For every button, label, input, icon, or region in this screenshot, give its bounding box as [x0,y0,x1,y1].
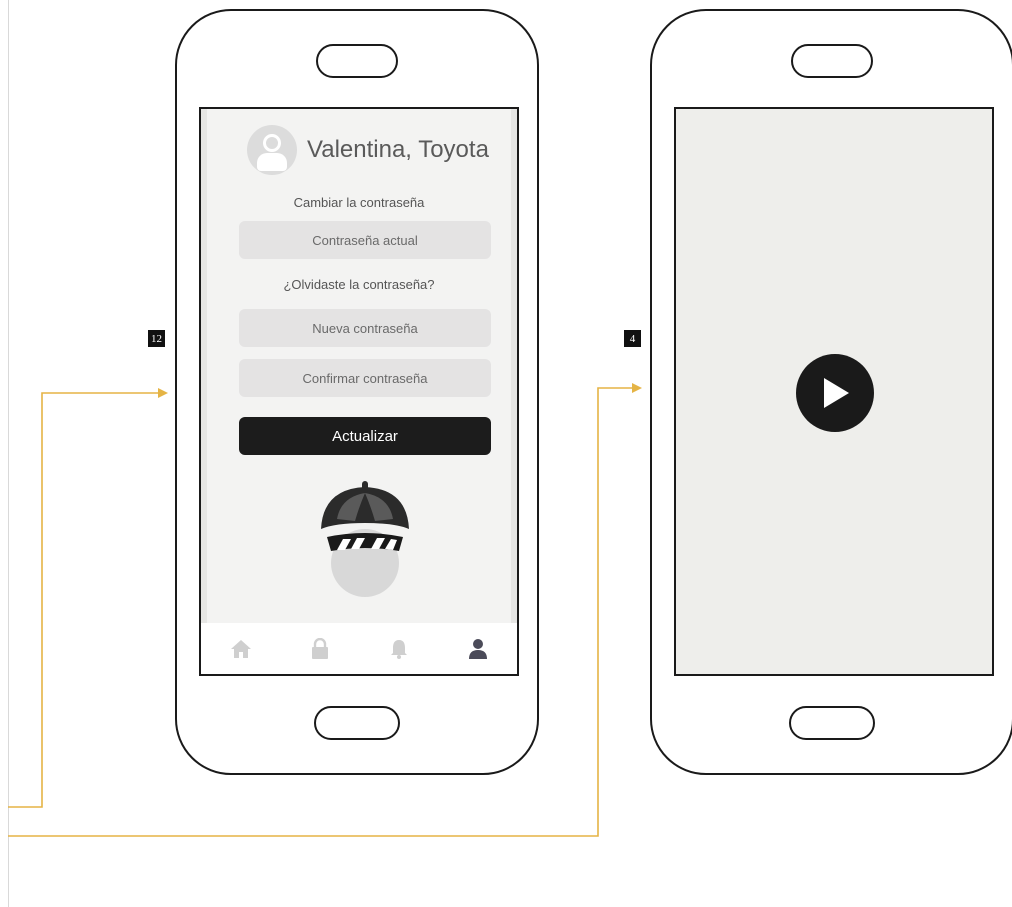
new-password-field[interactable]: Nueva contraseña [239,309,491,347]
section-title: Cambiar la contraseña [293,195,425,210]
forgot-password-link[interactable]: ¿Olvidaste la contraseña? [207,277,511,292]
current-password-field[interactable]: Contraseña actual [239,221,491,259]
arrowhead-step-4 [632,383,642,393]
cyclist-helmet-icon [321,481,409,597]
change-password-form: Valentina, Toyota Cambiar la contraseña … [201,109,517,623]
bell-icon[interactable] [386,636,412,662]
confirm-password-field[interactable]: Confirmar contraseña [239,359,491,397]
connector-to-step-12 [8,392,160,808]
play-icon [824,378,849,408]
step-badge-left: 12 [148,330,165,347]
phone-home-button [314,706,400,740]
bottom-tab-bar [201,623,517,674]
user-name: Valentina, Toyota [307,136,489,163]
profile-header: Valentina, Toyota [247,125,489,175]
play-button[interactable] [796,354,874,432]
phone-video [650,9,1012,775]
lock-icon[interactable] [307,636,333,662]
phone-change-password: Valentina, Toyota Cambiar la contraseña … [175,9,539,775]
phone-screen: Valentina, Toyota Cambiar la contraseña … [199,107,519,676]
phone-home-button [789,706,875,740]
avatar[interactable] [247,125,297,175]
video-screen [674,107,994,676]
home-icon[interactable] [228,636,254,662]
update-button[interactable]: Actualizar [239,417,491,455]
phone-speaker [316,44,398,78]
arrowhead-step-12 [158,388,168,398]
step-badge-right: 4 [624,330,641,347]
user-icon[interactable] [465,636,491,662]
phone-speaker [791,44,873,78]
